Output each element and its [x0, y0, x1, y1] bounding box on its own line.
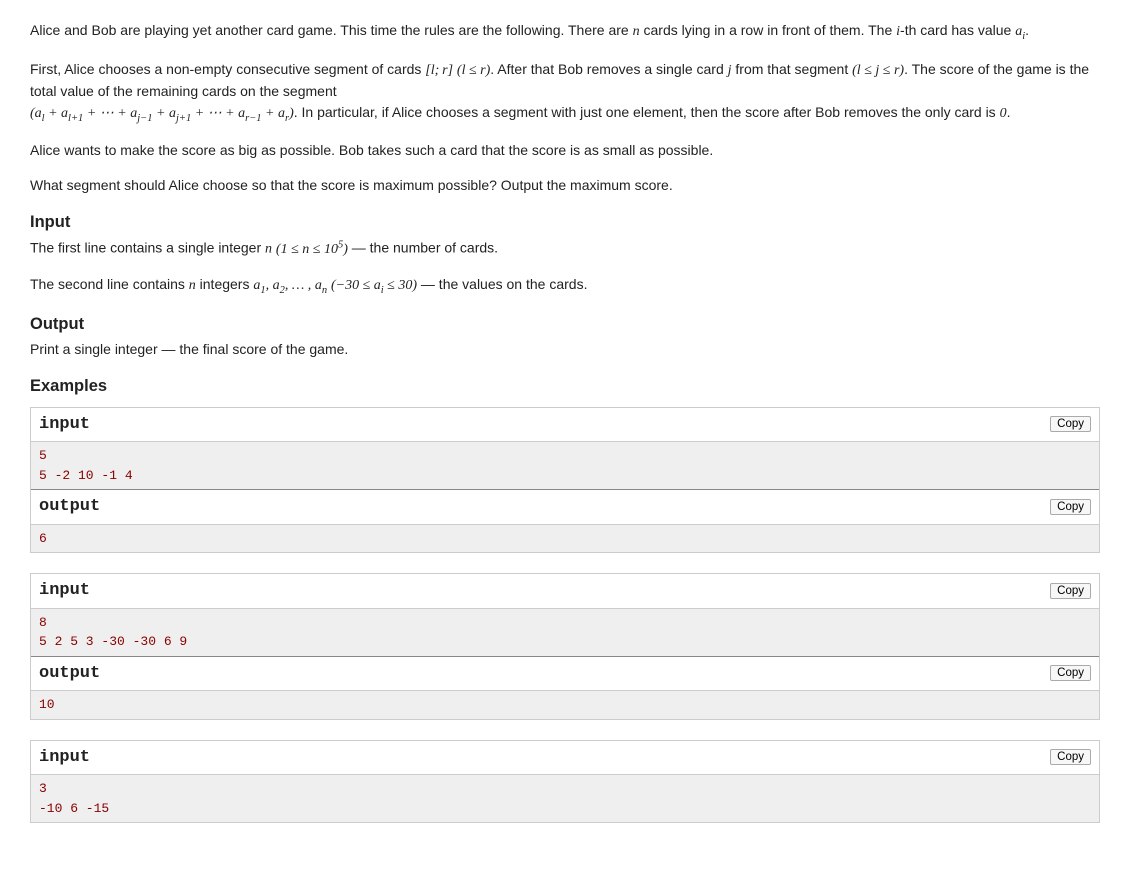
output-label: output — [39, 661, 100, 687]
sample-input-content: 5 5 -2 10 -1 4 — [31, 442, 1099, 489]
text: First, Alice chooses a non-empty consecu… — [30, 61, 425, 77]
input-section-title: Input — [30, 210, 1100, 235]
copy-button[interactable]: Copy — [1050, 749, 1091, 765]
sample-input-content: 3 -10 6 -15 — [31, 775, 1099, 822]
input-label: input — [39, 745, 90, 771]
math-a-list: a1, a2, … , an — [253, 278, 327, 293]
copy-button[interactable]: Copy — [1050, 499, 1091, 515]
text: . After that Bob removes a single card — [490, 61, 727, 77]
example-block-3: input Copy 3 -10 6 -15 — [30, 740, 1100, 824]
math-a-range: (−30 ≤ ai ≤ 30) — [331, 278, 417, 293]
text: integers — [196, 276, 254, 292]
text: . In particular, if Alice chooses a segm… — [294, 104, 1000, 120]
copy-button[interactable]: Copy — [1050, 416, 1091, 432]
text: . — [1007, 104, 1011, 120]
statement-paragraph-2: First, Alice chooses a non-empty consecu… — [30, 59, 1100, 127]
examples-section-title: Examples — [30, 374, 1100, 399]
example-block-1: input Copy 5 5 -2 10 -1 4 output Copy 6 — [30, 407, 1100, 554]
math-n: n — [189, 278, 196, 293]
input-line-1: The first line contains a single integer… — [30, 237, 1100, 260]
text: The first line contains a single integer — [30, 240, 265, 256]
text: — the number of cards. — [348, 240, 498, 256]
text: — the values on the cards. — [417, 276, 587, 292]
text: from that segment — [732, 61, 853, 77]
math-n: n — [633, 24, 640, 39]
sample-input-header: input Copy — [31, 408, 1099, 443]
output-text: Print a single integer — the final score… — [30, 339, 1100, 360]
input-label: input — [39, 412, 90, 438]
sample-input-content: 8 5 2 5 3 -30 -30 6 9 — [31, 609, 1099, 656]
math-l-le-r: (l ≤ r) — [457, 63, 490, 78]
text: The second line contains — [30, 276, 189, 292]
input-line-2: The second line contains n integers a1, … — [30, 274, 1100, 299]
sample-output-header: output Copy — [31, 656, 1099, 692]
copy-button[interactable]: Copy — [1050, 583, 1091, 599]
text: . — [1025, 22, 1029, 38]
sample-output-content: 6 — [31, 525, 1099, 553]
sample-output-header: output Copy — [31, 489, 1099, 525]
statement-paragraph-3: Alice wants to make the score as big as … — [30, 140, 1100, 161]
example-block-2: input Copy 8 5 2 5 3 -30 -30 6 9 output … — [30, 573, 1100, 720]
sample-output-content: 10 — [31, 691, 1099, 719]
math-n-range: (1 ≤ n ≤ 105) — [276, 242, 348, 257]
math-sum: (al + al+1 + ⋯ + aj−1 + aj+1 + ⋯ + ar−1 … — [30, 106, 294, 121]
text: -th card has value — [900, 22, 1015, 38]
copy-button[interactable]: Copy — [1050, 665, 1091, 681]
input-label: input — [39, 578, 90, 604]
output-label: output — [39, 494, 100, 520]
sample-input-header: input Copy — [31, 574, 1099, 609]
sample-input-header: input Copy — [31, 741, 1099, 776]
text: Alice and Bob are playing yet another ca… — [30, 22, 633, 38]
math-ai: ai — [1015, 24, 1025, 39]
math-zero: 0 — [1000, 106, 1007, 121]
text: cards lying in a row in front of them. T… — [640, 22, 897, 38]
statement-paragraph-4: What segment should Alice choose so that… — [30, 175, 1100, 196]
math-l-le-j-le-r: (l ≤ j ≤ r) — [852, 63, 904, 78]
statement-paragraph-1: Alice and Bob are playing yet another ca… — [30, 20, 1100, 45]
output-section-title: Output — [30, 312, 1100, 337]
math-n: n — [265, 242, 272, 257]
math-lr: [l; r] — [425, 63, 453, 78]
